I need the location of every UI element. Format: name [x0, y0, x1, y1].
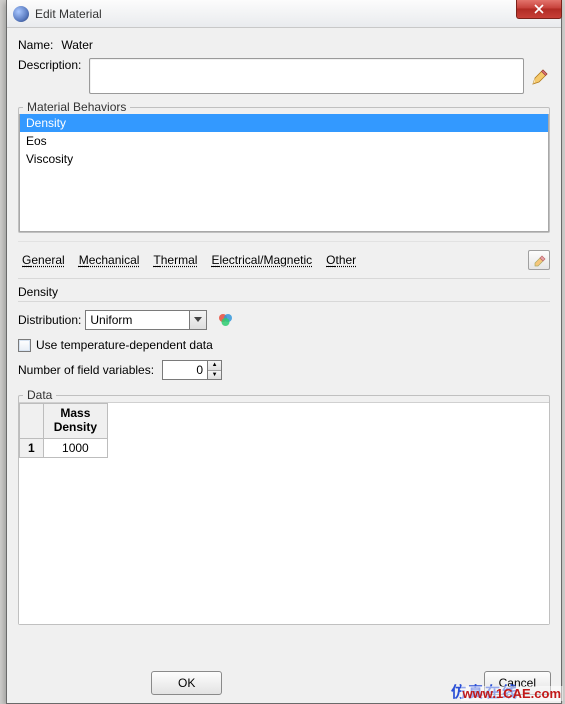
- ok-button[interactable]: OK: [151, 671, 222, 695]
- eraser-icon: [532, 253, 546, 267]
- behavior-item-viscosity[interactable]: Viscosity: [20, 150, 548, 168]
- fieldvars-spinner[interactable]: ▲ ▼: [162, 360, 222, 380]
- edit-material-dialog: Edit Material Name: Water Description: M…: [6, 0, 562, 704]
- fieldvars-down[interactable]: ▼: [208, 371, 221, 380]
- window-title: Edit Material: [35, 7, 102, 21]
- tab-mechanical[interactable]: Mechanical: [79, 253, 140, 267]
- cell-mass-density[interactable]: 1000: [43, 438, 107, 457]
- pencil-icon: [531, 69, 549, 87]
- tab-thermal[interactable]: Thermal: [153, 253, 197, 267]
- fieldvars-up[interactable]: ▲: [208, 361, 221, 371]
- density-title: Density: [18, 285, 550, 302]
- close-button[interactable]: [516, 0, 562, 19]
- tab-electrical[interactable]: Electrical/Magnetic: [211, 253, 312, 267]
- data-group: Data MassDensity 1 1000: [18, 388, 550, 625]
- row-header-blank: [20, 404, 44, 439]
- fieldvars-input[interactable]: [162, 360, 208, 380]
- data-table-area[interactable]: MassDensity 1 1000: [19, 402, 549, 624]
- distribution-combo[interactable]: [85, 310, 207, 330]
- behaviors-list[interactable]: Density Eos Viscosity: [19, 114, 549, 232]
- distribution-input[interactable]: [85, 310, 189, 330]
- behaviors-legend: Material Behaviors: [23, 100, 130, 114]
- palette-icon: [217, 312, 235, 328]
- name-value: Water: [61, 38, 93, 52]
- name-label: Name:: [18, 38, 53, 52]
- material-behaviors-group: Material Behaviors Density Eos Viscosity: [18, 100, 550, 233]
- behavior-tabs: General Mechanical Thermal Electrical/Ma…: [18, 241, 550, 278]
- tab-general[interactable]: General: [22, 253, 65, 267]
- behavior-item-eos[interactable]: Eos: [20, 132, 548, 150]
- row-index: 1: [20, 438, 44, 457]
- titlebar[interactable]: Edit Material: [7, 0, 561, 28]
- distribution-dropdown-button[interactable]: [189, 310, 207, 330]
- delete-behavior-button[interactable]: [528, 250, 550, 270]
- description-input[interactable]: [89, 58, 524, 94]
- description-label: Description:: [18, 58, 81, 72]
- behavior-item-density[interactable]: Density: [20, 114, 548, 132]
- temp-dependent-checkbox[interactable]: [18, 339, 31, 352]
- edit-description-button[interactable]: [530, 68, 550, 88]
- distribution-label: Distribution:: [18, 313, 81, 327]
- temp-dependent-label: Use temperature-dependent data: [36, 338, 213, 352]
- app-icon: [13, 6, 29, 22]
- chevron-down-icon: [194, 317, 202, 323]
- fieldvars-label: Number of field variables:: [18, 363, 154, 377]
- dialog-buttons: OK Cancel: [7, 669, 561, 703]
- close-icon: [534, 4, 544, 14]
- data-table[interactable]: MassDensity 1 1000: [19, 403, 108, 458]
- data-legend: Data: [23, 388, 56, 402]
- cancel-button[interactable]: Cancel: [484, 671, 551, 695]
- col-header-mass-density: MassDensity: [43, 404, 107, 439]
- tab-other[interactable]: Other: [326, 253, 356, 267]
- field-output-button[interactable]: [217, 312, 235, 328]
- table-row[interactable]: 1 1000: [20, 438, 108, 457]
